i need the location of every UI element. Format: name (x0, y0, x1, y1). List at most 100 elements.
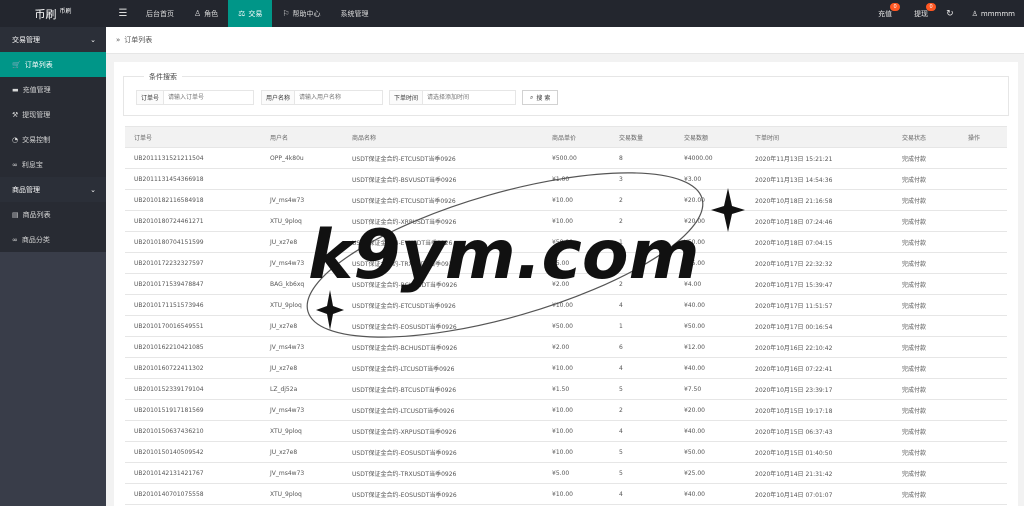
table-cell[interactable] (959, 462, 1007, 484)
table-cell: USDT保证金合约-ETCUSDT当季0926 (343, 189, 543, 211)
table-cell: UB2010182116584918 (125, 189, 261, 211)
table-cell: 4 (610, 483, 675, 505)
table-cell: 完成付款 (893, 441, 959, 463)
sidebar-group-goods[interactable]: 商品管理 ⌄ (0, 177, 106, 202)
table-cell[interactable] (959, 357, 1007, 379)
recharge-button[interactable]: 充值 0 (869, 0, 901, 27)
table-cell: ¥50.00 (543, 231, 610, 253)
withdraw-badge: 0 (926, 3, 937, 11)
table-cell[interactable] (959, 420, 1007, 442)
table-cell: 5 (610, 378, 675, 400)
search-button[interactable]: ⌕ 搜 索 (522, 90, 559, 105)
table-cell: 2 (610, 189, 675, 211)
table-row: UB2010171539478847 BAG_kb6xq USDT保证金合约-BCH… (125, 273, 1007, 295)
sidebar-item-label: 商品分类 (21, 235, 50, 244)
table-cell: USDT保证金合约-TRXUSDT当季0926 (343, 252, 543, 274)
chevron-down-icon: ⌄ (90, 185, 96, 194)
table-cell: 6 (610, 336, 675, 358)
sidebar-item-goods-category[interactable]: ∞ 商品分类 (0, 227, 106, 252)
table-cell: USDT保证金合约-BSVUSDT当季0926 (343, 168, 543, 190)
table-row: UB2010180704151599 JU_xz7e8 USDT保证金合约-EVUS… (125, 231, 1007, 253)
card-icon: ▬ (12, 85, 19, 94)
top-bar: 币刷 币刷 ☰ 后台首页 ♙ 角色 ⚖ 交易 ⚐ 帮助中心 系统管理 充值 0 … (0, 0, 1024, 27)
dashboard-icon: ◔ (12, 135, 19, 144)
order-no-label: 订单号 (136, 90, 165, 105)
sidebar-item-trade-control[interactable]: ◔ 交易控制 (0, 127, 106, 152)
nav-item-help[interactable]: ⚐ 帮助中心 (272, 0, 330, 27)
table-cell: ¥40.00 (675, 483, 746, 505)
app-logo[interactable]: 币刷 币刷 (0, 0, 106, 27)
order-time-input[interactable] (423, 90, 517, 105)
breadcrumb: » 订单列表 (106, 27, 1024, 54)
table-cell: 4 (610, 420, 675, 442)
table-cell: ¥3.00 (675, 168, 746, 190)
table-cell: JU_xz7e8 (261, 231, 343, 253)
table-cell: ¥40.00 (675, 357, 746, 379)
col-header: 操作 (959, 126, 1007, 148)
table-cell: 2020年10月17日 22:32:32 (746, 252, 893, 274)
sidebar-item-withdraw[interactable]: ⚒ 提现管理 (0, 102, 106, 127)
breadcrumb-current[interactable]: 订单列表 (124, 35, 152, 45)
order-no-input[interactable] (164, 90, 255, 105)
sidebar-item-recharge[interactable]: ▬ 充值管理 (0, 77, 106, 102)
exchange-icon: ⚖ (238, 9, 246, 18)
hamburger-icon[interactable]: ☰ (112, 0, 134, 27)
table-cell: ¥1.00 (543, 168, 610, 190)
table-cell: UB2010140701075558 (125, 483, 261, 505)
table-cell[interactable] (959, 315, 1007, 337)
table-cell: 完成付款 (893, 168, 959, 190)
refresh-icon[interactable]: ↻ (937, 0, 963, 27)
table-cell: USDT保证金合约-BTCUSDT当季0926 (343, 378, 543, 400)
table-cell[interactable] (959, 273, 1007, 295)
table-cell: ¥40.00 (675, 294, 746, 316)
sidebar-item-label: 提现管理 (22, 110, 51, 119)
username-input[interactable] (295, 90, 384, 105)
table-cell: 2020年10月15日 19:17:18 (746, 399, 893, 421)
nav-item-roles[interactable]: ♙ 角色 (184, 0, 228, 27)
sidebar-group-trade[interactable]: 交易管理 ⌄ (0, 27, 106, 52)
table-cell: ¥25.00 (675, 252, 746, 274)
nav-item-system[interactable]: 系统管理 (331, 0, 379, 27)
table-cell[interactable] (959, 210, 1007, 232)
table-cell: 完成付款 (893, 462, 959, 484)
nav-item-trade[interactable]: ⚖ 交易 (228, 0, 273, 27)
table-cell[interactable] (959, 483, 1007, 505)
table-cell[interactable] (959, 231, 1007, 253)
link-icon: ∞ (12, 235, 18, 244)
recharge-badge: 0 (890, 3, 901, 11)
table-cell[interactable] (959, 378, 1007, 400)
table-cell: 4 (610, 357, 675, 379)
table-cell: ¥25.00 (675, 462, 746, 484)
table-cell: ¥10.00 (543, 483, 610, 505)
table-cell: 2020年10月15日 23:39:17 (746, 378, 893, 400)
table-cell: 3 (610, 168, 675, 190)
table-cell: ¥4.00 (675, 273, 746, 295)
order-time-label: 下单时间 (389, 90, 424, 105)
table-row: UB2011131454366918 USDT保证金合约-BSVUSDT当季092… (125, 168, 1007, 190)
table-cell: 5 (610, 252, 675, 274)
table-cell[interactable] (959, 189, 1007, 211)
table-cell[interactable] (959, 252, 1007, 274)
table-cell: 2 (610, 399, 675, 421)
table-cell: JV_ms4w73 (261, 336, 343, 358)
table-cell: USDT保证金合约-BCHUSDT当季0926 (343, 273, 543, 295)
nav-item-home[interactable]: 后台首页 (136, 0, 184, 27)
table-cell[interactable] (959, 399, 1007, 421)
table-cell: ¥500.00 (543, 147, 610, 169)
table-cell[interactable] (959, 294, 1007, 316)
table-cell: USDT保证金合约-XRPUSDT当季0926 (343, 420, 543, 442)
table-cell: 4 (610, 294, 675, 316)
table-cell[interactable] (959, 441, 1007, 463)
table-cell[interactable] (959, 168, 1007, 190)
table-cell[interactable] (959, 336, 1007, 358)
sidebar-item-interest[interactable]: ∞ 利息宝 (0, 152, 106, 177)
withdraw-button[interactable]: 提现 0 (905, 0, 937, 27)
user-menu[interactable]: ♙ mmmmm (963, 0, 1024, 27)
table-cell: OPP_4k80u (261, 147, 343, 169)
sidebar-item-label: 商品列表 (22, 210, 51, 219)
sidebar-item-order-list[interactable]: 🛒 订单列表 (0, 52, 106, 77)
sidebar-item-goods-list[interactable]: ▤ 商品列表 (0, 202, 106, 227)
table-cell[interactable] (959, 147, 1007, 169)
sidebar-group-label: 交易管理 (12, 35, 40, 44)
table-cell: ¥50.00 (543, 315, 610, 337)
